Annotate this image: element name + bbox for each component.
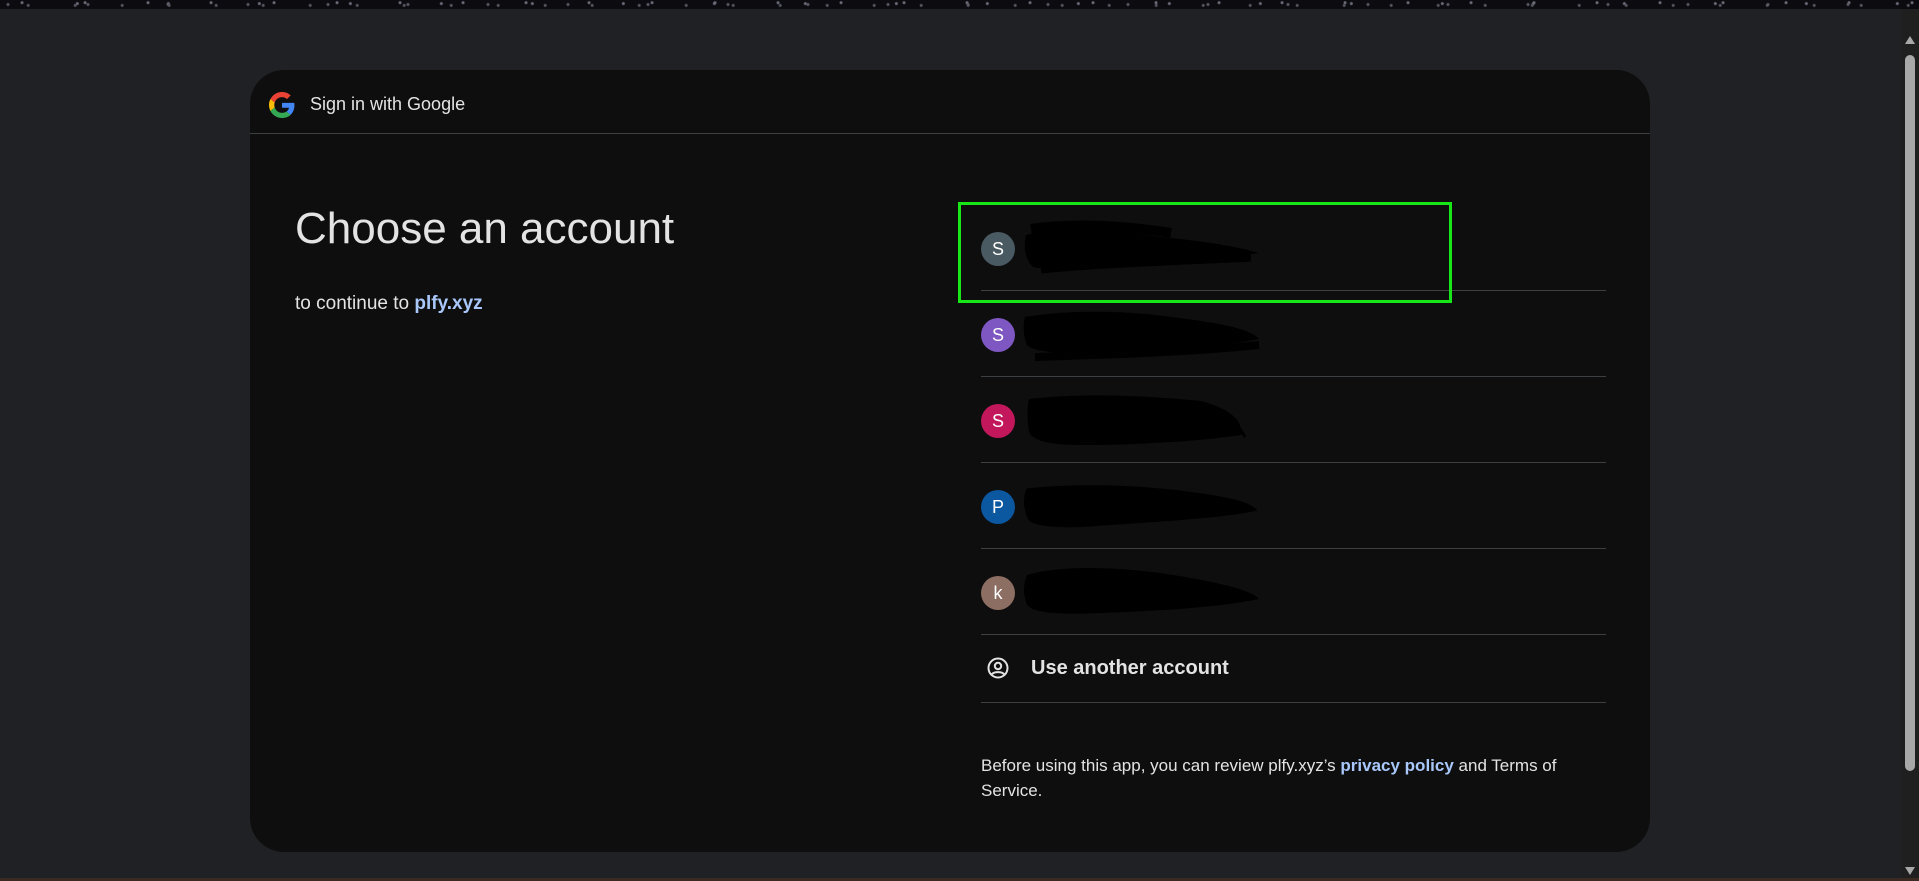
- account-row[interactable]: S: [981, 291, 1606, 377]
- browser-top-strip: [0, 0, 1919, 9]
- privacy-notice: Before using this app, you can review pl…: [981, 753, 1601, 803]
- card-header: Sign in with Google: [250, 70, 1650, 134]
- continue-prefix: to continue to: [295, 293, 410, 314]
- privacy-policy-link[interactable]: privacy policy: [1340, 756, 1453, 775]
- page-title: Choose an account: [295, 204, 675, 253]
- avatar: k: [981, 576, 1015, 610]
- header-title: Sign in with Google: [310, 94, 466, 114]
- google-logo-icon: [269, 92, 295, 118]
- redacted-account-info: [1023, 485, 1258, 528]
- account-row[interactable]: S: [981, 377, 1606, 463]
- avatar: P: [981, 490, 1015, 524]
- redacted-account-info: [1023, 311, 1260, 361]
- account-row[interactable]: k: [981, 549, 1606, 635]
- page: Sign in with Google Choose an account to…: [0, 0, 1919, 881]
- account-circle-icon: [987, 657, 1009, 679]
- scroll-thumb[interactable]: [1905, 55, 1915, 771]
- use-another-account-label: Use another account: [1031, 657, 1229, 679]
- scroll-up-arrow-icon[interactable]: [1905, 36, 1915, 44]
- page-scrollbar[interactable]: [1901, 9, 1919, 881]
- continue-to-text: to continue to plfy.xyz: [295, 293, 483, 315]
- redacted-account-info: [1027, 395, 1247, 445]
- sign-in-card: Sign in with Google Choose an account to…: [250, 70, 1650, 852]
- avatar: S: [981, 318, 1015, 352]
- scroll-down-arrow-icon[interactable]: [1905, 867, 1915, 875]
- avatar: S: [981, 404, 1015, 438]
- account-row[interactable]: P: [981, 463, 1606, 549]
- use-another-account-button[interactable]: Use another account: [981, 635, 1606, 703]
- selection-highlight: [958, 202, 1452, 303]
- redacted-account-info: [1024, 568, 1259, 614]
- privacy-notice-prefix: Before using this app, you can review pl…: [981, 756, 1336, 775]
- app-name-link[interactable]: plfy.xyz: [414, 293, 482, 314]
